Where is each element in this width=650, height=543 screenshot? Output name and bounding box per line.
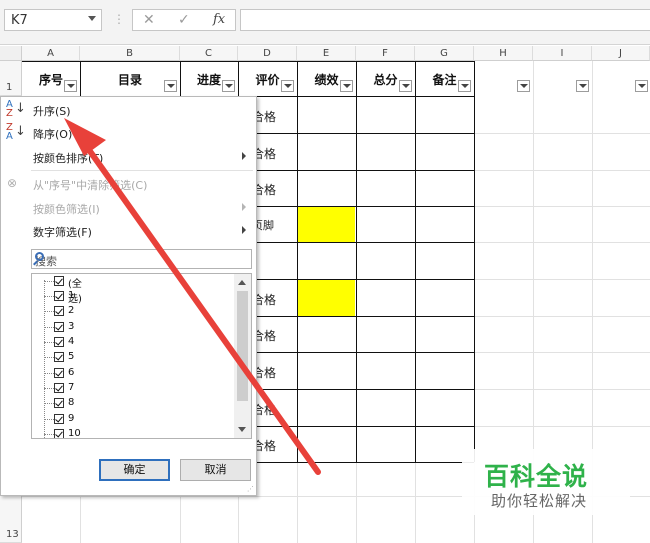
watermark-subtitle: 助你轻松解决: [491, 492, 588, 510]
highlighted-cell-e7[interactable]: [298, 280, 355, 316]
submenu-arrow-icon: [242, 152, 246, 160]
scrollbar-thumb[interactable]: [237, 291, 248, 401]
checkbox-checked-icon[interactable]: [54, 352, 64, 362]
resize-grip-icon[interactable]: ⋰: [247, 485, 254, 493]
row-header-1[interactable]: 1: [0, 61, 22, 96]
filter-button-i[interactable]: [576, 80, 589, 92]
menu-item-filter-by-color: 按颜色筛选(I): [1, 196, 256, 220]
column-header-e[interactable]: E: [297, 46, 356, 61]
filter-search-input[interactable]: 搜索: [31, 249, 252, 269]
column-header-j[interactable]: J: [592, 46, 650, 61]
checkbox-checked-icon[interactable]: [54, 368, 64, 378]
search-icon[interactable]: [35, 252, 44, 261]
filter-button-c[interactable]: [222, 80, 235, 92]
ok-button[interactable]: 确定: [99, 459, 170, 481]
row-header-13[interactable]: 13: [0, 496, 22, 543]
checkbox-checked-icon[interactable]: [54, 291, 64, 301]
checkbox-checked-icon[interactable]: [54, 322, 64, 332]
submenu-arrow-icon: [242, 203, 246, 211]
filter-button-a[interactable]: [64, 80, 77, 92]
menu-item-sort-descending[interactable]: ZA ↓ 降序(O): [1, 121, 256, 145]
down-arrow-icon: ↓: [15, 124, 26, 139]
column-header-a[interactable]: A: [22, 46, 80, 61]
column-header-f[interactable]: F: [356, 46, 415, 61]
insert-function-icon[interactable]: fx: [213, 12, 225, 27]
watermark-logo: 百科全说 助你轻松解决: [462, 449, 630, 515]
enter-icon[interactable]: ✓: [178, 12, 190, 28]
checkbox-checked-icon[interactable]: [54, 276, 64, 286]
column-header-d[interactable]: D: [238, 46, 297, 61]
filter-button-h[interactable]: [517, 80, 530, 92]
filter-button-g[interactable]: [458, 80, 471, 92]
clear-filter-icon: ⊗: [7, 176, 18, 190]
menu-item-sort-ascending[interactable]: AZ ↓ 升序(S): [1, 98, 256, 122]
checkbox-checked-icon[interactable]: [54, 337, 64, 347]
filter-button-f[interactable]: [399, 80, 412, 92]
column-header-c[interactable]: C: [180, 46, 238, 61]
tree-line: [44, 280, 45, 438]
cancel-button[interactable]: 取消: [180, 459, 251, 481]
menu-item-clear-filter: ⊗ 从"序号"中清除筛选(C): [7, 176, 148, 192]
formula-bar: K7 ⋮ ✕ ✓ fx: [0, 0, 650, 45]
name-box-dropdown-icon[interactable]: [88, 16, 96, 21]
name-box[interactable]: K7: [4, 9, 102, 31]
checkbox-checked-icon[interactable]: [54, 398, 64, 408]
scroll-up-icon[interactable]: [238, 280, 246, 285]
scroll-down-icon[interactable]: [238, 427, 246, 432]
name-box-value: K7: [11, 13, 28, 28]
checkbox-checked-icon[interactable]: [54, 414, 64, 424]
cancel-icon[interactable]: ✕: [143, 12, 155, 28]
submenu-arrow-icon: [242, 226, 246, 234]
list-scrollbar[interactable]: [234, 274, 251, 438]
checkbox-checked-icon[interactable]: [54, 429, 64, 438]
menu-item-number-filters[interactable]: 数字筛选(F): [1, 219, 256, 243]
menu-separator: [31, 170, 253, 171]
filter-button-j[interactable]: [635, 80, 648, 92]
column-header-i[interactable]: I: [533, 46, 592, 61]
filter-button-b[interactable]: [164, 80, 177, 92]
column-header-h[interactable]: H: [474, 46, 533, 61]
sort-ascending-icon: AZ: [6, 99, 13, 119]
checkbox-checked-icon[interactable]: [54, 383, 64, 393]
down-arrow-icon: ↓: [15, 101, 26, 116]
column-header-b[interactable]: B: [80, 46, 180, 61]
column-header-g[interactable]: G: [415, 46, 474, 61]
filter-button-d[interactable]: [281, 80, 294, 92]
checkbox-checked-icon[interactable]: [54, 306, 64, 316]
filter-dropdown-menu: AZ ↓ 升序(S) ZA ↓ 降序(O) 按颜色排序(T) ⊗ 从"序号"中清…: [0, 96, 257, 496]
filter-values-list[interactable]: (全选) 1 2 3 4 5 6 7 8 9 10: [31, 273, 252, 439]
formula-buttons: ✕ ✓ fx: [132, 9, 236, 31]
watermark-title: 百科全说: [484, 462, 589, 491]
filter-button-e[interactable]: [340, 80, 353, 92]
select-all-corner[interactable]: [0, 46, 22, 61]
drag-handle-icon: ⋮: [113, 12, 125, 26]
highlighted-cell-e5[interactable]: [298, 207, 355, 242]
sort-descending-icon: ZA: [6, 122, 13, 142]
menu-item-sort-by-color[interactable]: 按颜色排序(T): [1, 145, 256, 169]
formula-input[interactable]: [240, 9, 650, 31]
